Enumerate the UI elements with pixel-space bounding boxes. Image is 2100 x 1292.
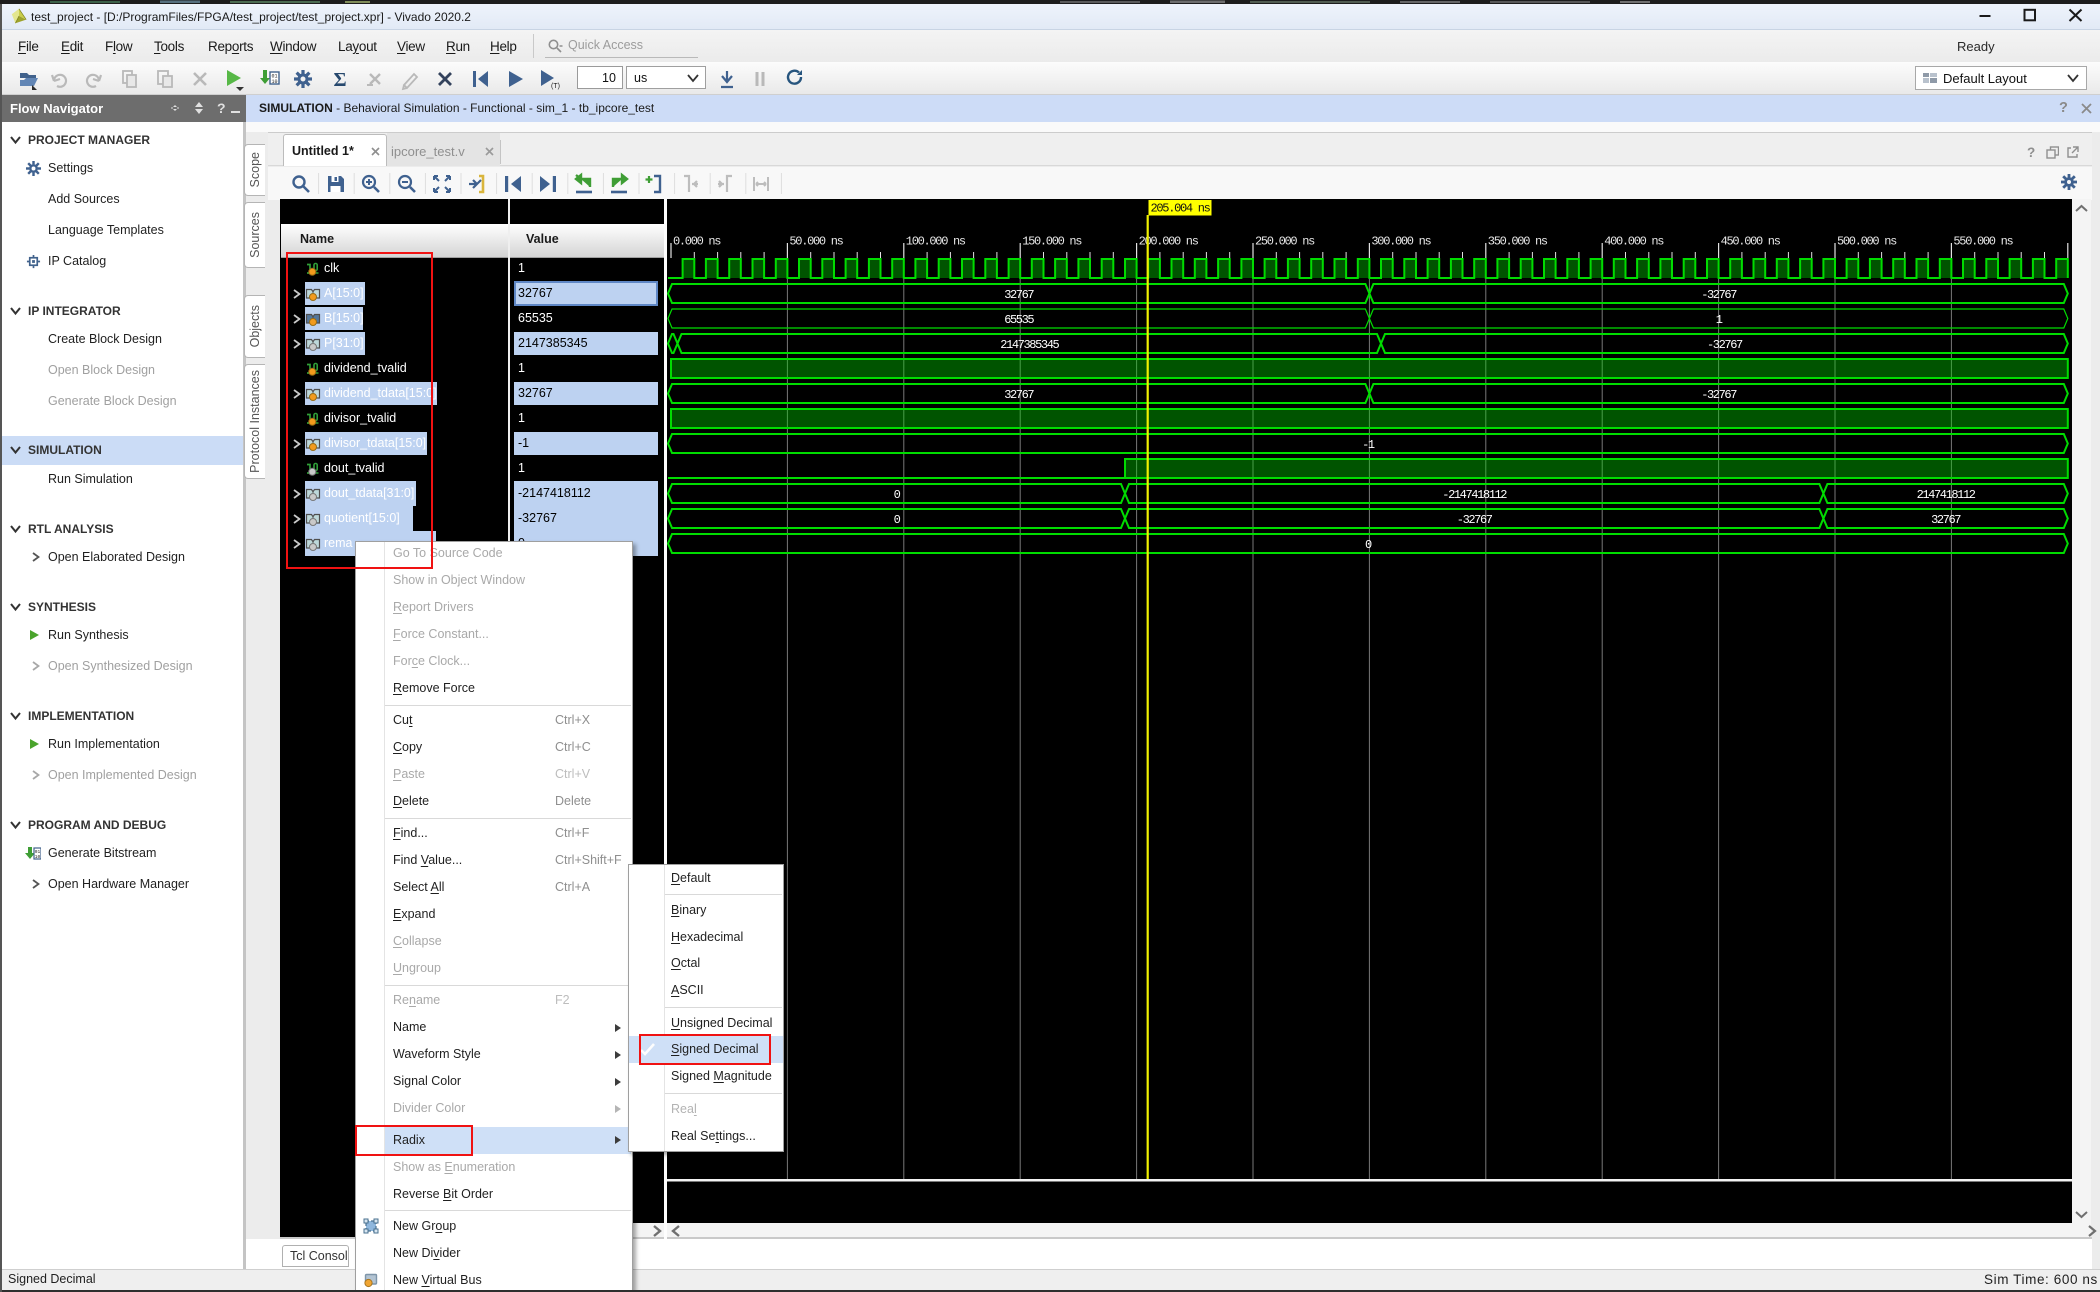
svg-text:300.000 ns: 300.000 ns (1371, 235, 1431, 249)
svg-text:100.000 ns: 100.000 ns (906, 235, 966, 249)
svg-text:400.000 ns: 400.000 ns (1604, 235, 1664, 249)
svg-text:550.000 ns: 550.000 ns (1953, 235, 2013, 249)
svg-text:32767: 32767 (1004, 288, 1034, 302)
svg-text:2147385345: 2147385345 (1000, 338, 1059, 352)
svg-text:2147418112: 2147418112 (1917, 488, 1976, 502)
svg-text:-1: -1 (1362, 438, 1375, 452)
svg-text:?: ? (217, 100, 226, 116)
svg-text:350.000 ns: 350.000 ns (1488, 235, 1548, 249)
svg-text:65535: 65535 (1004, 313, 1034, 327)
svg-text:32767: 32767 (1004, 388, 1034, 402)
svg-text:450.000 ns: 450.000 ns (1721, 235, 1781, 249)
svg-text:-32767: -32767 (1707, 338, 1743, 352)
svg-text:10: 10 (35, 854, 41, 860)
svg-text:32767: 32767 (1931, 513, 1961, 527)
svg-text:250.000 ns: 250.000 ns (1255, 235, 1315, 249)
svg-text:-2147418112: -2147418112 (1442, 488, 1507, 502)
svg-text:150.000 ns: 150.000 ns (1022, 235, 1082, 249)
svg-text:(T): (T) (551, 83, 560, 90)
svg-text:-32767: -32767 (1457, 513, 1493, 527)
svg-text:Σ: Σ (333, 69, 346, 91)
svg-text:-32767: -32767 (1701, 288, 1737, 302)
svg-text:10: 10 (271, 79, 277, 85)
svg-text:500.000 ns: 500.000 ns (1837, 235, 1897, 249)
svg-text:205.004 ns: 205.004 ns (1150, 202, 1210, 216)
svg-text:50.000 ns: 50.000 ns (789, 235, 843, 249)
svg-text:-32767: -32767 (1701, 388, 1737, 402)
svg-text:0.000 ns: 0.000 ns (673, 235, 721, 249)
